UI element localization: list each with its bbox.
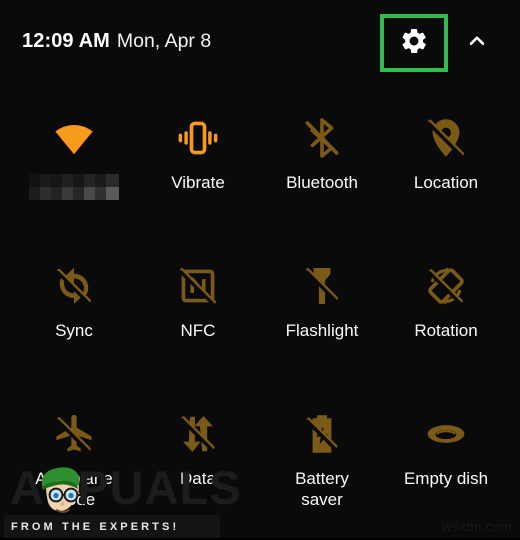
mobile-data-off-icon <box>172 408 224 460</box>
tile-bluetooth[interactable]: Bluetooth <box>260 96 384 244</box>
rotation-off-icon <box>420 260 472 312</box>
tile-label-nfc: NFC <box>180 321 216 340</box>
tile-label-sync: Sync <box>55 321 93 340</box>
settings-button[interactable] <box>384 18 444 68</box>
tile-empty-dish[interactable]: Empty dish <box>384 392 508 540</box>
tile-label-location: Location <box>413 173 479 192</box>
date-text: Mon, Apr 8 <box>116 30 212 52</box>
status-header: 12:09 AM Mon, Apr 8 <box>0 0 520 88</box>
tile-label-flashlight: Flashlight <box>285 321 359 340</box>
vibrate-icon <box>172 112 224 164</box>
chevron-up-icon <box>464 28 490 59</box>
nfc-off-icon <box>172 260 224 312</box>
tile-data[interactable]: Data <box>136 392 260 540</box>
location-off-icon <box>420 112 472 164</box>
tile-label-rotation: Rotation <box>414 321 478 340</box>
tile-label-data: Data <box>180 469 216 488</box>
tile-sync[interactable]: Sync <box>12 244 136 392</box>
tile-label-bluetooth: Bluetooth <box>286 173 358 192</box>
clock-time: 12:09 AM <box>22 30 110 52</box>
tile-label-vibrate: Vibrate <box>171 173 225 192</box>
settings-button-highlight <box>380 14 448 72</box>
battery-saver-off-icon <box>296 408 348 460</box>
wifi-icon <box>48 112 100 164</box>
tile-label-wifi <box>29 174 119 200</box>
tile-aeroplane-mode[interactable]: Aeroplane mode <box>12 392 136 540</box>
tile-wifi[interactable] <box>12 96 136 244</box>
bluetooth-off-icon <box>296 112 348 164</box>
clock-and-date: 12:09 AM Mon, Apr 8 <box>22 30 211 53</box>
sync-off-icon <box>48 260 100 312</box>
airplane-off-icon <box>48 408 100 460</box>
tile-nfc[interactable]: NFC <box>136 244 260 392</box>
tile-label-empty-dish: Empty dish <box>403 469 489 488</box>
flashlight-off-icon <box>296 260 348 312</box>
empty-dish-icon <box>420 408 472 460</box>
gear-icon <box>399 26 429 61</box>
tile-location[interactable]: Location <box>384 96 508 244</box>
tile-flashlight[interactable]: Flashlight <box>260 244 384 392</box>
quick-settings-tiles: Vibrate Bluetooth Location Sync NFC Flas… <box>0 96 520 540</box>
tile-rotation[interactable]: Rotation <box>384 244 508 392</box>
tile-battery-saver[interactable]: Battery saver <box>260 392 384 540</box>
tile-vibrate[interactable]: Vibrate <box>136 96 260 244</box>
tile-label-aeroplane-mode: Aeroplane mode <box>35 469 113 509</box>
expand-collapse-button[interactable] <box>458 24 496 62</box>
tile-label-battery-saver: Battery saver <box>295 469 349 509</box>
